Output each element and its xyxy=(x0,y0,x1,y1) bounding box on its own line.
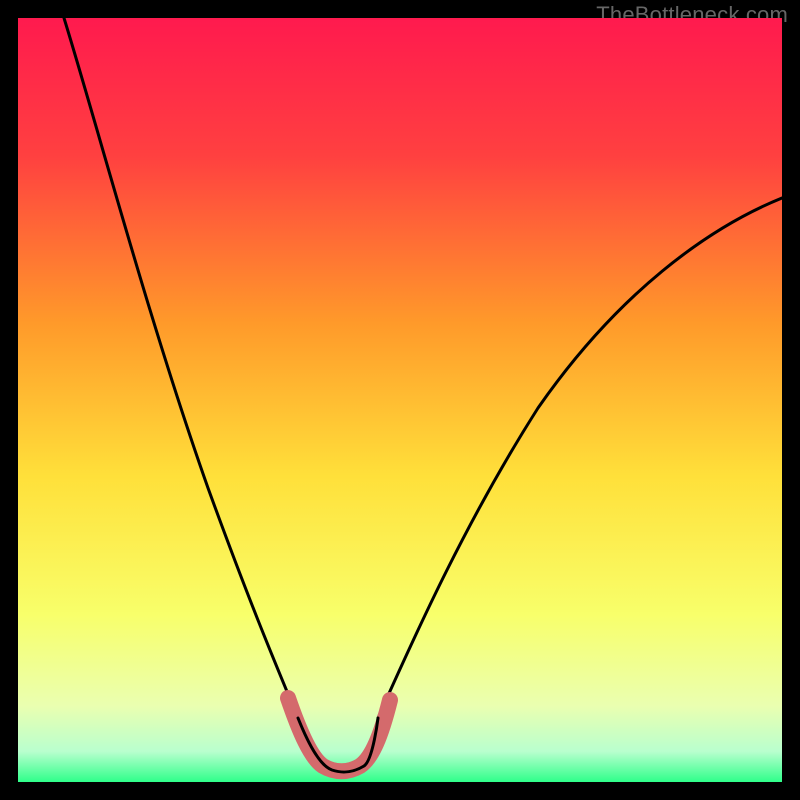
chart-frame xyxy=(18,18,782,782)
bottleneck-curve-right xyxy=(378,198,782,718)
chart-plot-area xyxy=(18,18,782,782)
bottleneck-curve-left xyxy=(64,18,298,718)
